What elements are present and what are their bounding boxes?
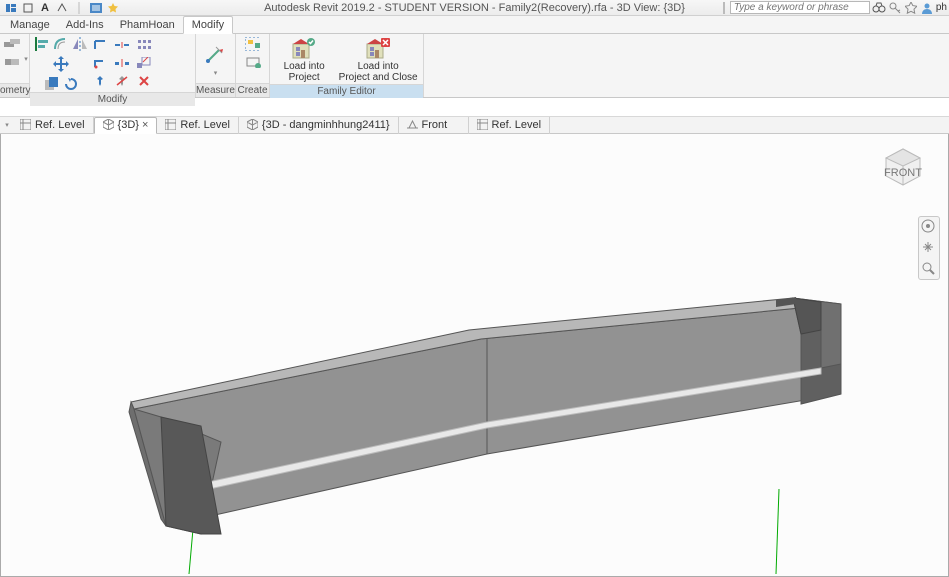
button-label-l1: Load into — [284, 61, 325, 72]
tab-label: {3D} — [118, 119, 139, 131]
pin-icon[interactable] — [91, 74, 109, 88]
rotate-icon[interactable] — [63, 76, 79, 92]
user-icon[interactable] — [920, 1, 934, 15]
split-gap-icon[interactable] — [113, 56, 131, 70]
plan-view-icon — [165, 119, 177, 131]
load-into-project-close-button[interactable]: Load into Project and Close — [337, 36, 419, 84]
search-input[interactable] — [730, 1, 870, 14]
plan-view-icon — [20, 119, 32, 131]
model-geometry — [1, 134, 948, 575]
steering-wheel-icon[interactable] — [921, 219, 937, 235]
navigation-bar[interactable] — [918, 216, 940, 280]
view-tab-3d-active[interactable]: {3D} × — [94, 117, 158, 134]
tab-label: Ref. Level — [35, 119, 85, 131]
quick-access-toolbar: A — [0, 2, 124, 14]
plan-view-icon — [477, 119, 489, 131]
app-menu-icon[interactable] — [4, 2, 18, 14]
create-similar-icon[interactable] — [245, 54, 261, 70]
button-label-l2: Project — [289, 72, 320, 83]
binoculars-icon[interactable] — [872, 1, 886, 15]
move-icon[interactable] — [47, 54, 75, 74]
letter-a-icon[interactable]: A — [38, 2, 52, 14]
view-tab-front[interactable]: Front — [399, 117, 469, 134]
button-label-l1: Load into — [358, 61, 399, 72]
3d-view-icon — [103, 119, 115, 131]
align-icon[interactable] — [34, 36, 50, 52]
panel-family-editor: Load into Project Load into Project and … — [270, 34, 424, 97]
view-cube[interactable]: FRONT — [882, 146, 924, 188]
cut-icon[interactable] — [4, 36, 20, 52]
tab-label: {3D - dangminhhung2411} — [262, 119, 390, 131]
3d-viewport[interactable]: FRONT — [0, 134, 949, 577]
title-bar: A Autodesk Revit 2019.2 - STUDENT VERSIO… — [0, 0, 949, 16]
view-tab-strip: ▾ Ref. Level {3D} × Ref. Level {3D - dan… — [0, 116, 949, 134]
tab-label: Front — [422, 119, 448, 131]
create-group-icon[interactable] — [245, 36, 261, 52]
panel-label: Create — [236, 83, 269, 97]
dropdown-icon[interactable]: ▾ — [211, 68, 221, 78]
panel-modify: Modify — [30, 34, 196, 97]
unpin-icon[interactable] — [113, 74, 131, 88]
panel-create: Create — [236, 34, 270, 97]
panel-label: Family Editor — [270, 84, 423, 98]
view-tab-ref-level[interactable]: Ref. Level — [12, 117, 94, 134]
mirror-icon[interactable] — [72, 36, 88, 52]
delete-icon[interactable] — [135, 74, 153, 88]
trim-icon[interactable] — [91, 38, 109, 52]
key-icon[interactable] — [888, 1, 902, 15]
title-right-tools: ph — [723, 1, 947, 15]
measure-icon[interactable] — [204, 41, 228, 65]
join-icon[interactable] — [4, 54, 20, 70]
panel-measure: ▾ Measure — [196, 34, 236, 97]
tab-close-icon[interactable]: × — [142, 119, 148, 131]
tab-list-dropdown-icon[interactable]: ▾ — [2, 120, 12, 130]
divider — [723, 2, 725, 14]
qat-list-icon[interactable] — [89, 2, 103, 14]
ribbon: ▾ ometry — [0, 34, 949, 98]
tab-label: Ref. Level — [180, 119, 230, 131]
button-label-l2: Project and Close — [339, 72, 418, 83]
panel-label: Modify — [30, 92, 195, 106]
3d-view-icon — [247, 119, 259, 131]
username-label: ph — [936, 2, 947, 13]
trim-corner-icon[interactable] — [91, 56, 109, 70]
split-icon[interactable] — [113, 38, 131, 52]
view-tab-ref-level[interactable]: Ref. Level — [157, 117, 239, 134]
elevation-icon — [407, 119, 419, 131]
offset-icon[interactable] — [53, 36, 69, 52]
array-icon[interactable] — [135, 38, 153, 52]
star-icon[interactable] — [904, 1, 918, 15]
load-into-project-button[interactable]: Load into Project — [274, 36, 334, 84]
view-tab-ref-level[interactable]: Ref. Level — [469, 117, 551, 134]
qat-icon[interactable] — [21, 2, 35, 14]
modify-tool-grid — [91, 38, 155, 90]
panel-label: Measure — [196, 83, 235, 97]
view-tab-3d-named[interactable]: {3D - dangminhhung2411} — [239, 117, 399, 134]
qat-star-icon[interactable] — [106, 2, 120, 14]
tab-label: Ref. Level — [492, 119, 542, 131]
qat-divider-icon — [72, 2, 86, 14]
scale-icon[interactable] — [135, 56, 153, 70]
tab-phamhoan[interactable]: PhamHoan — [112, 17, 183, 33]
panel-geometry: ▾ ometry — [0, 34, 30, 97]
tab-addins[interactable]: Add-Ins — [58, 17, 112, 33]
ribbon-tab-strip: Manage Add-Ins PhamHoan Modify — [0, 16, 949, 34]
tab-manage[interactable]: Manage — [2, 17, 58, 33]
qat-icon[interactable] — [55, 2, 69, 14]
copy-icon[interactable] — [44, 76, 60, 92]
panel-label: ometry — [0, 83, 29, 97]
tab-modify[interactable]: Modify — [183, 16, 233, 34]
pan-icon[interactable] — [921, 240, 937, 256]
svg-text:FRONT: FRONT — [884, 167, 922, 179]
zoom-icon[interactable] — [921, 261, 937, 277]
